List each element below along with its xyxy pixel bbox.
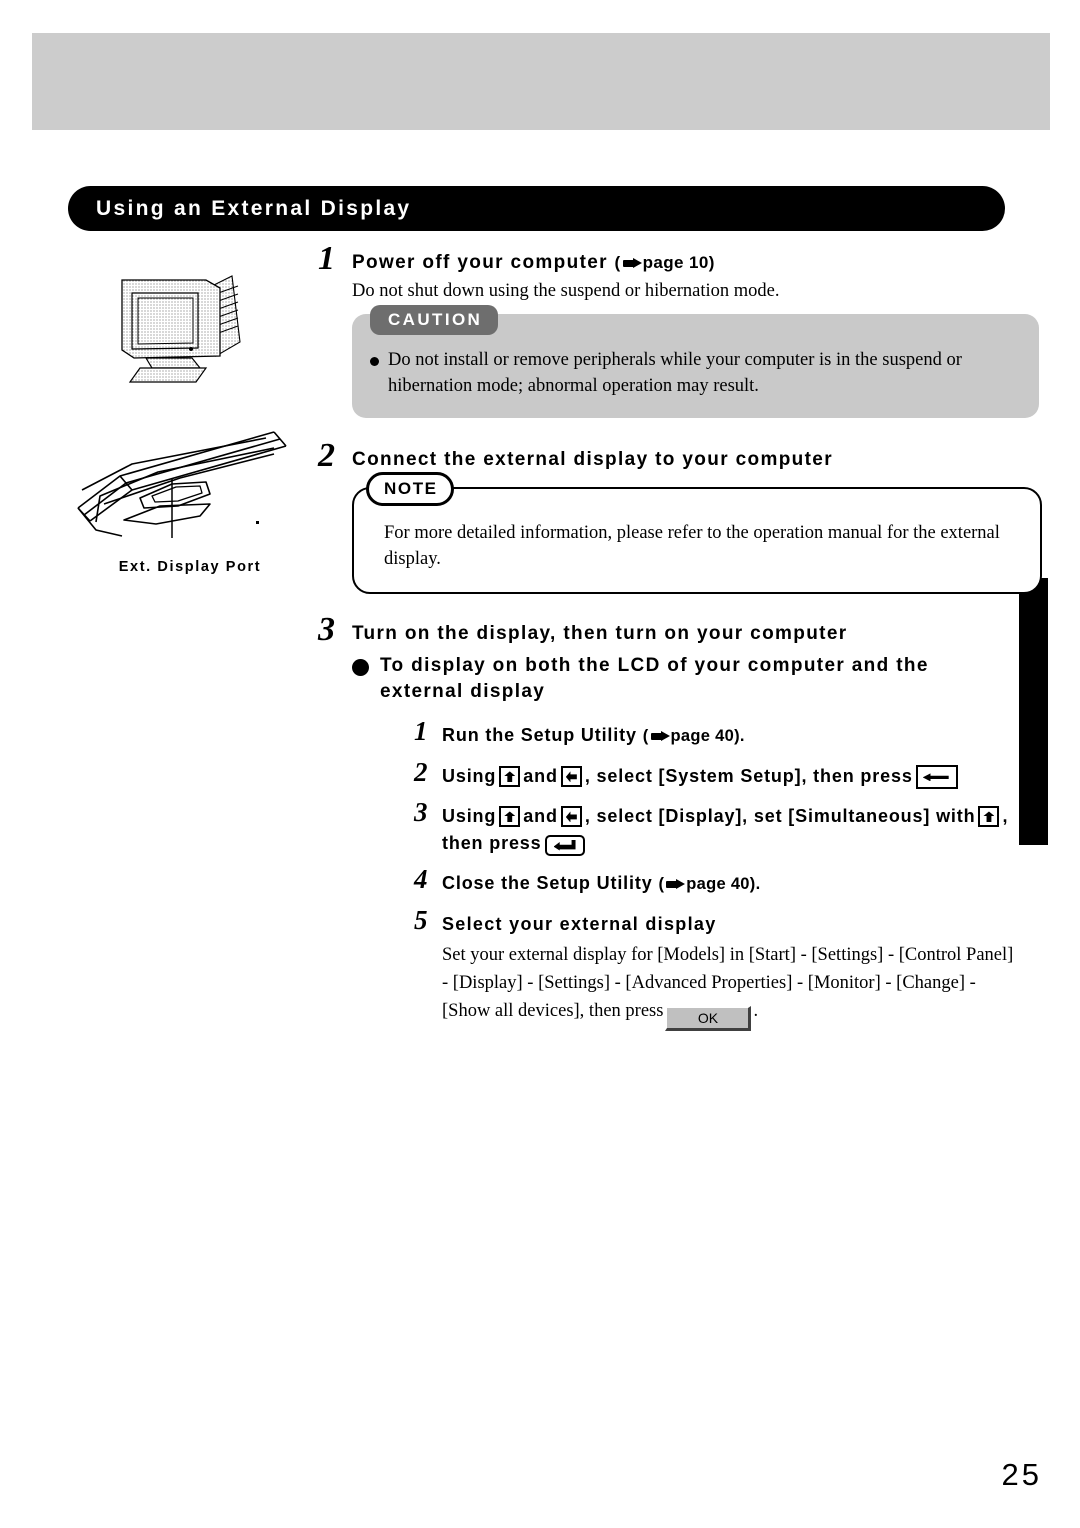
- key-updown-icon: [978, 806, 1000, 828]
- substep-2-number: 2: [414, 757, 428, 788]
- substep-3-text: Using and , select [Display], set [Simulta…: [442, 803, 1018, 856]
- substep-2-text-c: , select [System Setup], then press: [584, 766, 913, 787]
- key-updown-icon: [499, 766, 521, 788]
- substep-4: 4 Close the Setup Utility ( page 40).: [414, 863, 1018, 897]
- substeps-list: 1 Run the Setup Utility ( page 40). 2 Usi…: [414, 718, 1018, 1031]
- right-edge-chapter-tab: [1019, 578, 1048, 845]
- main-content-column: 1 Power off your computer ( page 10) Do n…: [318, 240, 1042, 1041]
- external-monitor-illustration: [121, 275, 241, 383]
- step-2-heading: Connect the external display to your com…: [352, 448, 833, 470]
- top-gray-banner: [32, 33, 1050, 130]
- caution-box: CAUTION Do not install or remove periphe…: [352, 305, 1039, 418]
- section-title-text: Using an External Display: [96, 196, 412, 220]
- hand-pointer-icon: [622, 258, 642, 269]
- section-title-bar: Using an External Display: [68, 186, 1005, 231]
- substep-3-text-c: , select [Display], set [Simultaneous] w…: [584, 806, 976, 827]
- bullet-heading-row: To display on both the LCD of your compu…: [352, 653, 1018, 704]
- paren-open: (: [642, 727, 649, 746]
- substep-1: 1 Run the Setup Utility ( page 40).: [414, 718, 1018, 749]
- substep-5: 5 Select your external display Set your …: [414, 904, 1018, 1031]
- substep-1-text: Run the Setup Utility ( page 40).: [442, 722, 1018, 749]
- substep-1-label: Run the Setup Utility: [442, 725, 637, 746]
- step-1-page-ref-text: page 10): [642, 253, 715, 272]
- substep-2: 2 Using and , select [System Setup], then …: [414, 757, 1018, 790]
- substep-1-page-ref-text: page 40).: [670, 727, 745, 746]
- ok-button[interactable]: OK: [665, 1005, 752, 1031]
- step-1-heading: Power off your computer ( page 10): [352, 251, 1039, 276]
- substep-5-heading: Select your external display: [442, 913, 717, 934]
- caution-text: Do not install or remove peripherals whi…: [388, 350, 962, 397]
- hand-pointer-icon: [650, 731, 670, 742]
- substep-2-text-b: and: [523, 766, 558, 787]
- key-spacebar-icon: [915, 765, 958, 790]
- key-enter-icon: [544, 834, 585, 856]
- page-number: 25: [1001, 1457, 1042, 1492]
- step-2: 2 Connect the external display to your c…: [318, 436, 1042, 595]
- ext-display-port-illustration: [77, 431, 287, 538]
- substep-4-text: Close the Setup Utility ( page 40).: [442, 870, 1018, 897]
- note-box: NOTE For more detailed information, plea…: [352, 471, 1042, 595]
- step-1-heading-text: Power off your computer: [352, 252, 608, 273]
- substep-5-body: Set your external display for [Models] i…: [442, 941, 1018, 1031]
- step-1-subtext: Do not shut down using the suspend or hi…: [352, 280, 780, 301]
- substep-4-page-ref-text: page 40).: [686, 874, 761, 893]
- step-2-number: 2: [318, 436, 335, 474]
- step-3: 3 Turn on the display, then turn on your…: [318, 611, 1018, 1040]
- substep-3-number: 3: [414, 797, 428, 828]
- substep-4-number: 4: [414, 863, 428, 894]
- note-text: For more detailed information, please re…: [384, 522, 1000, 569]
- substep-3: 3 Using and , select [Display], set [Simul…: [414, 797, 1018, 856]
- substep-1-page-ref: ( page 40).: [643, 727, 745, 745]
- substep-5-period: .: [753, 1000, 759, 1021]
- key-updown-icon: [499, 806, 521, 828]
- caution-bullet-dot: [370, 357, 379, 367]
- bullet-heading-dot: [352, 659, 369, 677]
- substep-5-number: 5: [414, 904, 428, 935]
- note-tag: NOTE: [366, 471, 454, 506]
- step-3-number: 3: [318, 611, 335, 649]
- substep-3-text-b: and: [523, 806, 558, 827]
- substep-1-number: 1: [414, 716, 428, 747]
- port-caption: Ext. Display Port: [118, 559, 262, 575]
- illustration-column: Ext. Display Port: [60, 250, 320, 575]
- substep-4-page-ref: ( page 40).: [658, 875, 760, 893]
- paren-open: (: [658, 874, 665, 893]
- document-page: Using an External Display Ext. Display P…: [0, 0, 1080, 1528]
- step-1: 1 Power off your computer ( page 10) Do n…: [318, 240, 1039, 418]
- bullet-heading-text: To display on both the LCD of your compu…: [380, 655, 929, 702]
- caution-tag: CAUTION: [370, 305, 499, 336]
- key-leftright-icon: [560, 766, 582, 788]
- hand-pointer-icon: [666, 878, 686, 890]
- substep-2-text-a: Using: [442, 766, 497, 787]
- substep-3-text-a: Using: [442, 806, 497, 827]
- substep-2-text: Using and , select [System Setup], then pr…: [442, 763, 1018, 790]
- step-1-number: 1: [318, 240, 335, 277]
- step-3-heading: Turn on the display, then turn on your c…: [352, 623, 848, 645]
- substep-4-label: Close the Setup Utility: [442, 872, 653, 893]
- paren-open: (: [614, 253, 621, 272]
- key-leftright-icon: [560, 806, 582, 828]
- step-1-page-ref: ( page 10): [615, 253, 715, 272]
